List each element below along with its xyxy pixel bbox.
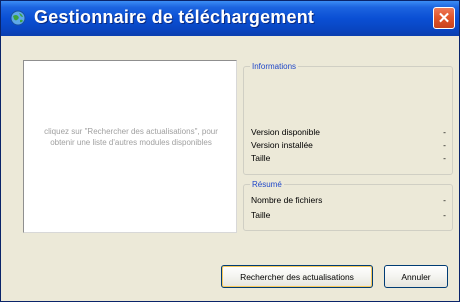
modules-hint-text: cliquez sur "Rechercher des actualisatio…: [44, 127, 218, 147]
download-manager-window: Gestionnaire de téléchargement ✕ cliquez…: [0, 0, 460, 302]
close-icon: ✕: [437, 10, 451, 27]
window-title: Gestionnaire de téléchargement: [34, 7, 315, 27]
info-value: -: [443, 153, 446, 163]
modules-list-panel[interactable]: cliquez sur "Rechercher des actualisatio…: [23, 60, 237, 233]
resume-row-size: Taille -: [251, 209, 446, 221]
info-label: Taille: [251, 153, 271, 163]
info-label: Version disponible: [251, 127, 320, 137]
resume-label: Taille: [251, 210, 271, 220]
resume-group-title: Résumé: [250, 179, 284, 190]
informations-group: Informations Version disponible - Versio…: [243, 61, 453, 175]
resume-row-file-count: Nombre de fichiers -: [251, 194, 446, 206]
info-value: -: [443, 127, 446, 137]
globe-icon: [10, 10, 26, 26]
close-button[interactable]: ✕: [433, 7, 455, 29]
resume-value: -: [443, 210, 446, 220]
resume-value: -: [443, 195, 446, 205]
cancel-button[interactable]: Annuler: [384, 265, 448, 288]
info-row-size: Taille -: [251, 152, 446, 164]
informations-group-title: Informations: [250, 61, 299, 72]
info-row-version-installed: Version installée -: [251, 139, 446, 151]
resume-label: Nombre de fichiers: [251, 195, 323, 205]
info-value: -: [443, 140, 446, 150]
search-updates-button[interactable]: Rechercher des actualisations: [221, 265, 373, 288]
resume-group: Résumé Nombre de fichiers - Taille -: [243, 179, 453, 231]
info-row-version-available: Version disponible -: [251, 126, 446, 138]
info-label: Version installée: [251, 140, 313, 150]
title-bar[interactable]: Gestionnaire de téléchargement ✕: [1, 1, 459, 36]
